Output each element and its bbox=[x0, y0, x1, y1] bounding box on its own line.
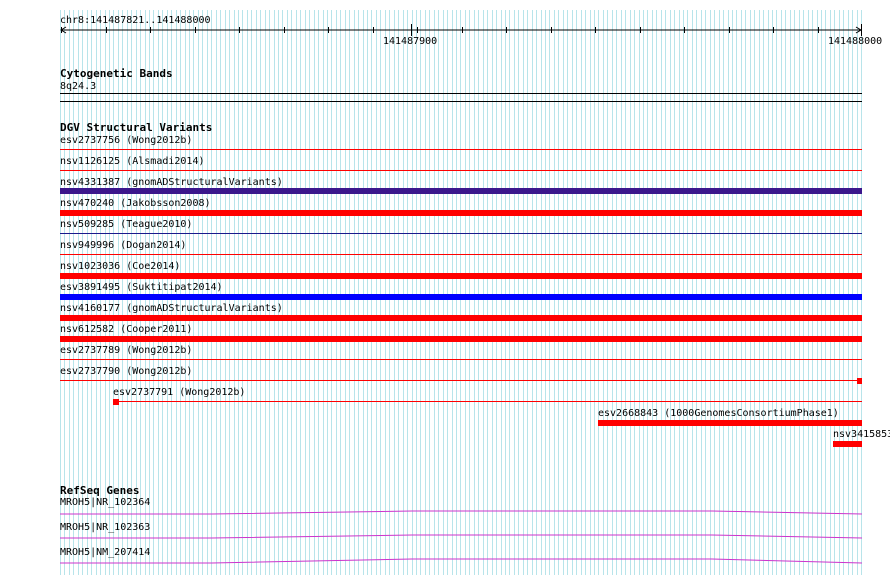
dgv-variant-label[interactable]: esv3891495 (Suktitipat2014) bbox=[60, 282, 223, 293]
dgv-variant-label[interactable]: nsv470240 (Jakobsson2008) bbox=[60, 198, 211, 209]
ruler-tick-label: 141488000 bbox=[828, 36, 883, 47]
dgv-variant-bar[interactable] bbox=[833, 441, 862, 447]
refseq-track-title[interactable]: RefSeq Genes bbox=[60, 485, 139, 496]
dgv-variant-label[interactable]: nsv4331387 (gnomADStructuralVariants) bbox=[60, 177, 283, 188]
dgv-variant-label[interactable]: nsv4160177 (gnomADStructuralVariants) bbox=[60, 303, 283, 314]
dgv-variant-label[interactable]: esv2737756 (Wong2012b) bbox=[60, 135, 192, 146]
dgv-variant-bar[interactable] bbox=[598, 420, 862, 426]
dgv-variant-label[interactable]: nsv1126125 (Alsmadi2014) bbox=[60, 156, 205, 167]
dgv-variant-label[interactable]: esv2737791 (Wong2012b) bbox=[113, 387, 245, 398]
ruler-axis bbox=[60, 24, 862, 36]
dgv-variant-bar[interactable] bbox=[60, 336, 862, 342]
dgv-variant-label[interactable]: nsv509285 (Teague2010) bbox=[60, 219, 192, 230]
dgv-variant-label[interactable]: esv2668843 (1000GenomesConsortiumPhase1) bbox=[598, 408, 839, 419]
dgv-variant-label[interactable]: nsv612582 (Cooper2011) bbox=[60, 324, 192, 335]
dgv-variant-label[interactable]: nsv1023036 (Coe2014) bbox=[60, 261, 180, 272]
gene-intron-line[interactable] bbox=[0, 505, 890, 519]
gene-intron-line[interactable] bbox=[0, 555, 890, 569]
gene-intron-line[interactable] bbox=[0, 530, 890, 544]
dgv-variant-label[interactable]: esv2737789 (Wong2012b) bbox=[60, 345, 192, 356]
dgv-variant-line[interactable] bbox=[60, 380, 862, 381]
dgv-variant-bar[interactable] bbox=[857, 378, 862, 384]
dgv-variant-line[interactable] bbox=[60, 149, 862, 150]
dgv-variant-bar[interactable] bbox=[60, 315, 862, 321]
dgv-variant-line[interactable] bbox=[60, 233, 862, 234]
dgv-variant-line[interactable] bbox=[60, 254, 862, 255]
dgv-variant-line[interactable] bbox=[60, 359, 862, 360]
cytoband-track-title[interactable]: Cytogenetic Bands bbox=[60, 68, 173, 79]
dgv-variant-bar[interactable] bbox=[60, 294, 862, 300]
dgv-track-title[interactable]: DGV Structural Variants bbox=[60, 122, 212, 133]
dgv-variant-label[interactable]: nsv949996 (Dogan2014) bbox=[60, 240, 186, 251]
cytoband-label[interactable]: 8q24.3 bbox=[60, 81, 96, 92]
dgv-variant-bar[interactable] bbox=[60, 210, 862, 216]
dgv-variant-label[interactable]: esv2737790 (Wong2012b) bbox=[60, 366, 192, 377]
dgv-variant-label[interactable]: nsv3415853 bbox=[833, 429, 890, 440]
dgv-variant-line[interactable] bbox=[60, 170, 862, 171]
ruler-tick-label: 141487900 bbox=[383, 36, 438, 47]
cytoband-band[interactable] bbox=[60, 93, 862, 94]
dgv-variant-bar[interactable] bbox=[60, 188, 862, 194]
genome-browser-view: chr8:141487821..141488000 141487900 1414… bbox=[0, 0, 890, 575]
dgv-variant-line[interactable] bbox=[113, 401, 862, 402]
dgv-variant-bar[interactable] bbox=[60, 273, 862, 279]
dgv-variant-bar[interactable] bbox=[113, 399, 119, 405]
cytoband-band-lower bbox=[60, 101, 862, 102]
